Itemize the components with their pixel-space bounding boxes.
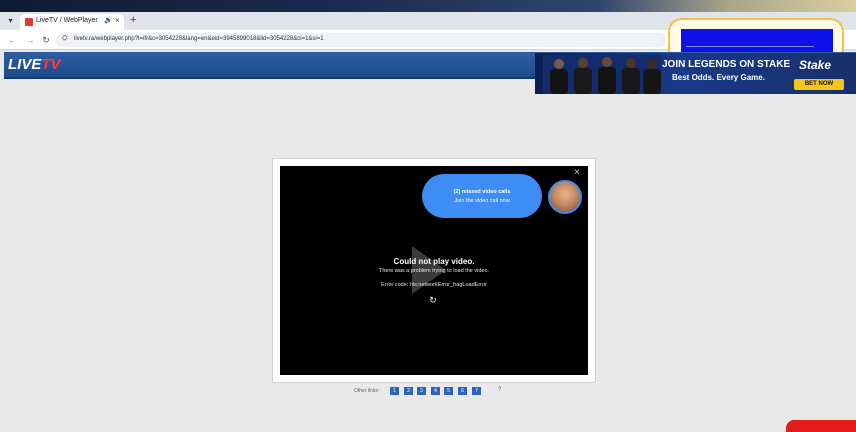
floating-red-button[interactable] [786, 420, 856, 432]
link-5[interactable]: 5 [444, 387, 453, 395]
back-button[interactable]: ← [6, 34, 18, 46]
link-6[interactable]: 6 [458, 387, 467, 395]
missed-call-popup[interactable]: (2) missed video calls Join the video ca… [422, 174, 542, 218]
error-title: Could not play video. [393, 257, 475, 266]
site-logo[interactable]: LIVETV [8, 56, 61, 73]
reload-button[interactable]: ↻ [40, 34, 52, 46]
browser-tab[interactable]: LiveTV / WebPlayer 🔊 × [20, 14, 124, 30]
ad-subline: Best Odds. Every Game. [672, 73, 765, 82]
missed-call-subtitle: Join the video call now [454, 198, 510, 204]
ad-cta-button[interactable]: BET NOW [794, 79, 844, 90]
url-text[interactable]: livetv.ra/webplayer.php?t=ifr&c=3054228&… [74, 36, 324, 42]
logo-main: LIVE [8, 56, 42, 73]
retry-icon[interactable]: ↻ [428, 295, 438, 305]
window-top-strip [0, 0, 856, 12]
link-2[interactable]: 2 [404, 387, 413, 395]
help-icon[interactable]: ? [498, 387, 501, 393]
caller-avatar[interactable] [548, 180, 582, 214]
forward-button[interactable]: → [24, 34, 36, 46]
tab-title: LiveTV / WebPlayer [36, 17, 98, 24]
logo-accent: TV [41, 56, 61, 73]
missed-call-title: (2) missed video calls [453, 189, 511, 195]
speaker-icon[interactable]: 🔊 [104, 16, 113, 24]
other-links-label: Other links: [354, 388, 380, 394]
banner-ad[interactable]: JOIN LEGENDS ON STAKE Best Odds. Every G… [535, 53, 856, 94]
favicon-icon [25, 18, 33, 26]
other-links: Other links: 1 2 3 4 5 6 7 ? [354, 387, 514, 397]
site-info-icon[interactable]: ⛭ [62, 35, 68, 43]
link-1[interactable]: 1 [390, 387, 399, 395]
redaction-line [686, 46, 814, 47]
link-7[interactable]: 7 [472, 387, 481, 395]
ad-players-image [543, 55, 661, 94]
new-tab-button[interactable]: + [130, 14, 136, 26]
ad-brand-logo: Stake [799, 58, 832, 72]
link-3[interactable]: 3 [417, 387, 426, 395]
error-code: Error code: hls:networkError_fragLoadErr… [381, 282, 487, 288]
video-player[interactable]: Could not play video. There was a proble… [280, 166, 588, 375]
tab-close-icon[interactable]: × [115, 16, 120, 25]
ad-headline: JOIN LEGENDS ON STAKE [662, 59, 791, 70]
error-description: There was a problem trying to load the v… [378, 268, 490, 274]
address-bar[interactable]: ⛭ livetv.ra/webplayer.php?t=ifr&c=305422… [56, 33, 666, 47]
link-4[interactable]: 4 [431, 387, 440, 395]
tab-search-menu[interactable]: ▾ [4, 15, 17, 27]
redaction-bar [681, 29, 833, 53]
close-icon[interactable]: × [574, 168, 584, 178]
